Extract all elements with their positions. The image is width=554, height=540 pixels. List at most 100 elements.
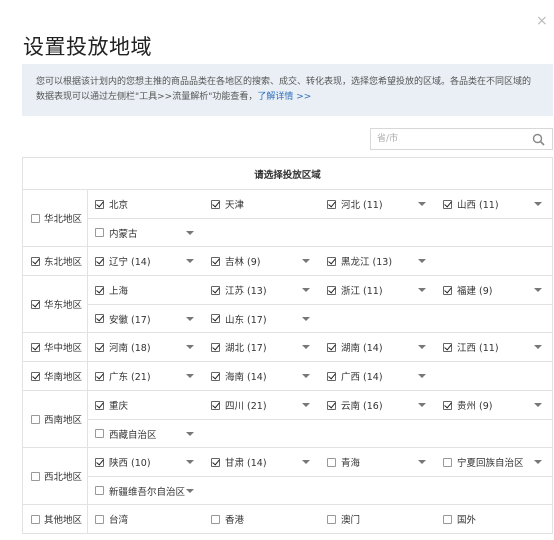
chevron-down-icon[interactable] [302,288,310,292]
chevron-down-icon[interactable] [186,460,194,464]
chevron-down-icon[interactable] [302,317,310,321]
province-item[interactable]: 西藏自治区 [88,420,204,447]
province-item[interactable]: 海南 (14) [204,362,320,390]
chevron-down-icon[interactable] [534,202,542,206]
province-item[interactable]: 江苏 (13) [204,276,320,304]
province-item[interactable]: 内蒙古 [88,219,204,246]
province-item[interactable]: 台湾 [88,505,204,533]
region-checkbox-label[interactable]: 西北地区 [31,469,87,483]
province-checkbox[interactable] [211,457,220,467]
province-item[interactable]: 上海 [88,276,204,304]
province-checkbox[interactable] [95,314,104,323]
province-item[interactable]: 甘肃 (14) [204,448,320,476]
region-checkbox-label[interactable]: 西南地区 [31,412,87,426]
province-item[interactable]: 广东 (21) [88,362,204,390]
province-checkbox[interactable] [211,371,220,381]
province-item[interactable]: 宁夏回族自治区 [436,448,552,476]
province-checkbox[interactable] [327,457,336,467]
chevron-down-icon[interactable] [186,231,194,235]
region-cell[interactable]: 华东地区 [22,275,88,333]
chevron-down-icon[interactable] [418,403,426,407]
province-item[interactable]: 黑龙江 (13) [320,247,436,275]
province-item[interactable]: 浙江 (11) [320,276,436,304]
province-checkbox[interactable] [327,400,336,410]
chevron-down-icon[interactable] [534,345,542,349]
province-checkbox[interactable] [443,285,452,295]
region-checkbox[interactable] [31,299,40,309]
province-item[interactable]: 河北 (11) [320,190,436,218]
province-checkbox[interactable] [443,400,452,410]
region-cell[interactable]: 东北地区 [22,246,88,276]
close-icon[interactable]: × [536,14,548,28]
province-item[interactable]: 澳门 [320,505,436,533]
province-item[interactable]: 云南 (16) [320,391,436,419]
chevron-down-icon[interactable] [302,345,310,349]
province-item[interactable]: 青海 [320,448,436,476]
region-checkbox[interactable] [31,342,40,352]
region-checkbox-label[interactable]: 其他地区 [31,512,87,526]
province-item[interactable]: 广西 (14) [320,362,436,390]
province-checkbox[interactable] [95,199,104,209]
province-checkbox[interactable] [95,285,104,295]
province-checkbox[interactable] [443,342,452,352]
province-checkbox[interactable] [211,256,220,266]
region-cell[interactable]: 华中地区 [22,332,88,362]
province-checkbox[interactable] [95,429,104,438]
province-item[interactable]: 四川 (21) [204,391,320,419]
province-checkbox[interactable] [95,228,104,237]
province-checkbox[interactable] [211,285,220,295]
province-item[interactable]: 吉林 (9) [204,247,320,275]
chevron-down-icon[interactable] [418,259,426,263]
province-checkbox[interactable] [211,199,220,209]
chevron-down-icon[interactable] [186,432,194,436]
province-item[interactable]: 安徽 (17) [88,305,204,332]
province-checkbox[interactable] [95,514,104,524]
province-item[interactable]: 北京 [88,190,204,218]
region-checkbox-label[interactable]: 华东地区 [31,297,87,311]
chevron-down-icon[interactable] [534,460,542,464]
search-input[interactable] [377,131,527,147]
region-cell[interactable]: 西北地区 [22,447,88,505]
chevron-down-icon[interactable] [418,374,426,378]
search-icon[interactable] [532,133,545,146]
province-item[interactable]: 江西 (11) [436,333,552,361]
province-checkbox[interactable] [95,371,104,381]
chevron-down-icon[interactable] [302,460,310,464]
province-item[interactable]: 湖南 (14) [320,333,436,361]
chevron-down-icon[interactable] [418,460,426,464]
region-cell[interactable]: 西南地区 [22,390,88,448]
region-checkbox-label[interactable]: 华中地区 [31,340,87,354]
region-checkbox-label[interactable]: 华北地区 [31,211,87,225]
region-checkbox[interactable] [31,471,40,481]
region-cell[interactable]: 华南地区 [22,361,88,391]
chevron-down-icon[interactable] [186,374,194,378]
province-checkbox[interactable] [211,400,220,410]
province-item[interactable]: 香港 [204,505,320,533]
province-item[interactable]: 河南 (18) [88,333,204,361]
chevron-down-icon[interactable] [186,345,194,349]
province-item[interactable]: 湖北 (17) [204,333,320,361]
province-item[interactable]: 陕西 (10) [88,448,204,476]
region-checkbox-label[interactable]: 华南地区 [31,369,87,383]
province-checkbox[interactable] [327,342,336,352]
chevron-down-icon[interactable] [418,288,426,292]
province-item[interactable]: 国外 [436,505,552,533]
province-item[interactable]: 重庆 [88,391,204,419]
chevron-down-icon[interactable] [418,202,426,206]
province-item[interactable]: 辽宁 (14) [88,247,204,275]
region-checkbox[interactable] [31,213,40,223]
learn-more-link[interactable]: 了解详情 >> [257,92,311,102]
search-box[interactable] [370,128,553,150]
province-checkbox[interactable] [95,400,104,410]
province-checkbox[interactable] [211,342,220,352]
province-checkbox[interactable] [443,199,452,209]
region-cell[interactable]: 华北地区 [22,189,88,247]
region-checkbox[interactable] [31,371,40,381]
province-item[interactable]: 贵州 (9) [436,391,552,419]
province-checkbox[interactable] [95,457,104,467]
province-checkbox[interactable] [95,256,104,266]
province-item[interactable]: 天津 [204,190,320,218]
province-checkbox[interactable] [443,514,452,524]
chevron-down-icon[interactable] [186,489,194,493]
chevron-down-icon[interactable] [534,288,542,292]
